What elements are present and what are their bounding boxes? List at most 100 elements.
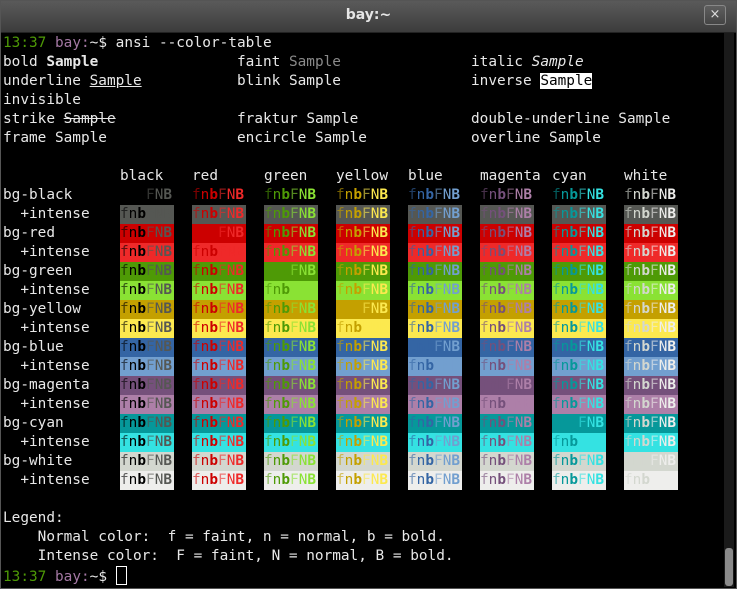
color-cell: fnbFNB [264,395,318,414]
color-cell: fnbFNB [336,452,390,471]
style-line: fraktur Sample [237,110,358,129]
color-cell: fnbFNB [264,338,318,357]
terminal-content[interactable]: 13:37 bay:~$ ansi --color-table bold Sam… [3,32,723,588]
color-cell: fnbFNB [120,395,174,414]
color-cell: fnbFNB [408,357,462,376]
color-cell: fnbFNB [480,395,534,414]
color-cell: fnbFNB [408,395,462,414]
window-title: bay:~ [345,7,392,23]
color-cell: fnbFNB [120,300,174,319]
color-cell: fnbFNB [552,357,606,376]
color-cell: fnbFNB [480,414,534,433]
color-cell: fnbFNB [408,471,462,490]
style-label: frame [3,130,55,146]
color-cell: fnbFNB [552,338,606,357]
prompt-symbol: $ [98,35,107,51]
color-cell: fnbFNB [480,224,534,243]
style-line: underline Sample [3,72,142,91]
color-cell: fnbFNB [264,433,318,452]
column-header-magenta: magenta [480,168,541,184]
style-line: bold Sample [3,53,98,72]
color-cell: fnbFNB [624,414,678,433]
column-header-blue: blue [408,168,443,184]
color-cell: fnbFNB [552,452,606,471]
color-cell: fnbFNB [480,338,534,357]
color-cell: fnbFNB [624,433,678,452]
color-cell: fnbFNB [120,433,174,452]
color-cell: fnbFNB [192,243,246,262]
style-sample: Sample [540,73,593,89]
color-cell: fnbFNB [264,205,318,224]
style-sample: Sample [306,111,359,127]
color-cell: fnbFNB [120,281,174,300]
color-cell: fnbFNB [192,300,246,319]
color-cell: fnbFNB [408,338,462,357]
color-cell: fnbFNB [624,395,678,414]
color-cell: fnbFNB [408,205,462,224]
style-label: double-underline [471,111,619,127]
row-label: bg-magenta [3,377,90,393]
color-cell: fnbFNB [264,224,318,243]
color-cell: fnbFNB [480,452,534,471]
color-cell: fnbFNB [552,471,606,490]
color-cell: fnbFNB [480,357,534,376]
scrollbar-track[interactable] [724,33,734,587]
color-cell: fnbFNB [192,414,246,433]
color-cell: fnbFNB [336,471,390,490]
prompt-time: 13:37 [3,569,47,585]
text-cursor[interactable] [115,566,127,585]
color-cell: fnbFNB [192,433,246,452]
color-cell: fnbFNB [192,281,246,300]
color-cell: fnbFNB [408,243,462,262]
color-cell: fnbFNB [552,243,606,262]
color-cell: fnbFNB [336,300,390,319]
style-sample: Sample [54,130,107,146]
prompt-host: bay: [55,569,90,585]
style-sample: Sample [288,73,341,89]
color-cell: fnbFNB [408,319,462,338]
close-icon[interactable]: × [704,5,726,25]
color-cell: fnbFNB [192,338,246,357]
title-bar[interactable]: bay:~ × [1,1,736,33]
color-cell: fnbFNB [408,186,462,205]
color-cell: fnbFNB [264,186,318,205]
style-label: bold [3,54,47,70]
column-header-yellow: yellow [336,168,388,184]
color-cell: fnbFNB [120,319,174,338]
row-label: +intense [3,472,90,488]
color-cell: fnbFNB [480,243,534,262]
color-cell: fnbFNB [264,376,318,395]
color-cell: fnbFNB [192,357,246,376]
color-cell: fnbFNB [624,338,678,357]
color-cell: fnbFNB [264,471,318,490]
prompt-time: 13:37 [3,35,47,51]
row-label: bg-white [3,453,73,469]
row-label: bg-green [3,263,73,279]
style-line: overline Sample [471,129,601,148]
style-label: italic [471,54,532,70]
color-cell: fnbFNB [480,262,534,281]
color-cell: fnbFNB [624,205,678,224]
color-cell: fnbFNB [552,395,606,414]
style-line: italic Sample [471,53,584,72]
color-cell: fnbFNB [264,414,318,433]
color-cell: fnbFNB [624,471,678,490]
row-label: +intense [3,434,90,450]
prompt-symbol: $ [98,569,116,585]
color-cell: fnbFNB [264,319,318,338]
scrollbar-thumb[interactable] [725,548,733,586]
row-label: bg-cyan [3,415,64,431]
color-cell: fnbFNB [480,471,534,490]
row-label: +intense [3,358,90,374]
color-cell: fnbFNB [120,376,174,395]
color-cell: fnbFNB [408,262,462,281]
color-cell: fnbFNB [480,319,534,338]
color-cell: fnbFNB [624,319,678,338]
style-label: invisible [3,92,81,108]
color-cell: fnbFNB [336,338,390,357]
color-cell: fnbFNB [120,205,174,224]
color-cell: fnbFNB [552,376,606,395]
color-cell: fnbFNB [480,281,534,300]
style-label: overline [471,130,549,146]
color-cell: fnbFNB [120,338,174,357]
